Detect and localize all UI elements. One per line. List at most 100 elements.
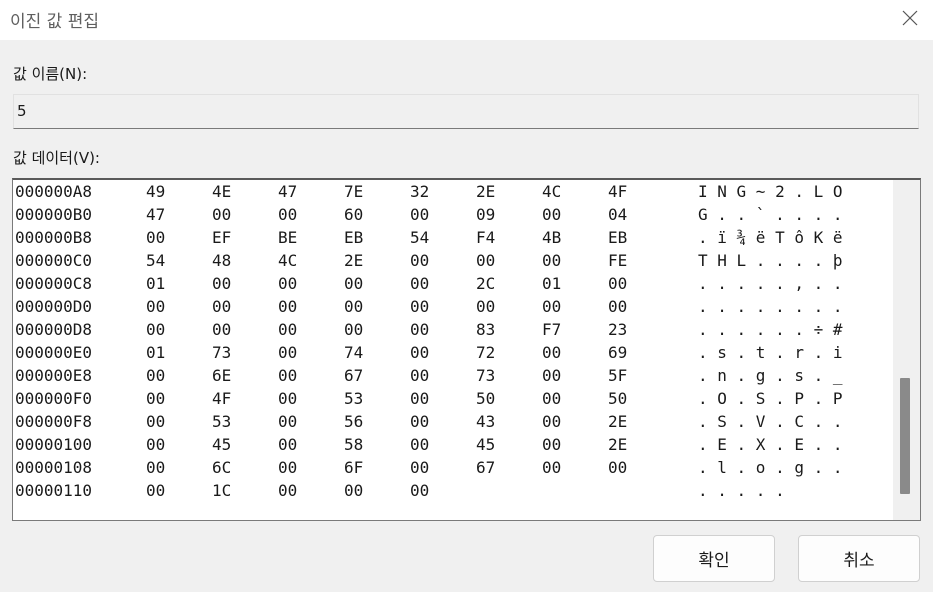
- hex-byte[interactable]: EB: [344, 228, 363, 247]
- hex-ascii[interactable]: . . . . .: [698, 481, 785, 500]
- hex-byte[interactable]: 01: [146, 274, 165, 293]
- hex-byte[interactable]: 49: [146, 182, 165, 201]
- hex-byte[interactable]: 00: [410, 205, 429, 224]
- hex-byte[interactable]: F4: [476, 228, 495, 247]
- hex-byte[interactable]: 73: [476, 366, 495, 385]
- hex-byte[interactable]: 00: [608, 458, 627, 477]
- hex-byte[interactable]: 72: [476, 343, 495, 362]
- hex-byte[interactable]: 00: [410, 481, 429, 500]
- hex-byte[interactable]: 6C: [212, 458, 231, 477]
- scrollbar-thumb[interactable]: [900, 378, 910, 494]
- hex-byte[interactable]: 56: [344, 412, 363, 431]
- hex-byte[interactable]: 00: [410, 297, 429, 316]
- hex-byte[interactable]: 00: [410, 343, 429, 362]
- hex-byte[interactable]: 47: [146, 205, 165, 224]
- hex-byte[interactable]: 2E: [608, 435, 627, 454]
- hex-row[interactable]: 00000100 00 45 00 58 00 45 00 2E . E . X . E . .: [15, 433, 895, 456]
- hex-byte[interactable]: 5F: [608, 366, 627, 385]
- hex-byte[interactable]: 00: [212, 320, 231, 339]
- hex-ascii[interactable]: . . . . . . . .: [698, 297, 843, 316]
- hex-ascii[interactable]: I N G ~ 2 . L O: [698, 182, 843, 201]
- hex-byte[interactable]: 73: [212, 343, 231, 362]
- hex-row[interactable]: 000000D8 00 00 00 00 00 83 F7 23 . . . . . . ÷ #: [15, 318, 895, 341]
- hex-ascii[interactable]: . l . o . g . .: [698, 458, 843, 477]
- hex-byte[interactable]: 2E: [608, 412, 627, 431]
- hex-byte[interactable]: BE: [278, 228, 297, 247]
- hex-byte[interactable]: 00: [410, 320, 429, 339]
- hex-byte[interactable]: 00: [278, 274, 297, 293]
- hex-ascii[interactable]: . S . V . C . .: [698, 412, 843, 431]
- hex-byte[interactable]: 00: [278, 343, 297, 362]
- hex-byte[interactable]: 00: [212, 297, 231, 316]
- hex-byte[interactable]: F7: [542, 320, 561, 339]
- hex-byte[interactable]: 43: [476, 412, 495, 431]
- hex-byte[interactable]: 53: [212, 412, 231, 431]
- hex-byte[interactable]: 00: [278, 205, 297, 224]
- hex-byte[interactable]: 00: [146, 320, 165, 339]
- hex-byte[interactable]: 4F: [608, 182, 627, 201]
- hex-byte[interactable]: 00: [146, 297, 165, 316]
- hex-ascii[interactable]: . s . t . r . i: [698, 343, 843, 362]
- hex-byte[interactable]: 23: [608, 320, 627, 339]
- hex-byte[interactable]: 00: [410, 274, 429, 293]
- hex-byte[interactable]: 00: [608, 297, 627, 316]
- hex-byte[interactable]: FE: [608, 251, 627, 270]
- hex-byte[interactable]: 00: [146, 228, 165, 247]
- hex-byte[interactable]: 50: [608, 389, 627, 408]
- hex-row[interactable]: 000000F0 00 4F 00 53 00 50 00 50 . O . S . P . P: [15, 387, 895, 410]
- hex-ascii[interactable]: . E . X . E . .: [698, 435, 843, 454]
- hex-byte[interactable]: 00: [410, 366, 429, 385]
- hex-row[interactable]: 000000C0 54 48 4C 2E 00 00 00 FE T H L . . . . þ: [15, 249, 895, 272]
- hex-row[interactable]: 000000F8 00 53 00 56 00 43 00 2E . S . V . C . .: [15, 410, 895, 433]
- hex-byte[interactable]: 2E: [476, 182, 495, 201]
- hex-row[interactable]: 00000108 00 6C 00 6F 00 67 00 00 . l . o . g . .: [15, 456, 895, 479]
- hex-row[interactable]: 000000C8 01 00 00 00 00 2C 01 00 . . . . . , . .: [15, 272, 895, 295]
- hex-byte[interactable]: 00: [542, 251, 561, 270]
- hex-ascii[interactable]: . ï ¾ ë T ô K ë: [698, 228, 843, 247]
- hex-byte[interactable]: 00: [278, 435, 297, 454]
- hex-byte[interactable]: 00: [278, 366, 297, 385]
- hex-byte[interactable]: 69: [608, 343, 627, 362]
- hex-byte[interactable]: 67: [476, 458, 495, 477]
- hex-byte[interactable]: 00: [542, 435, 561, 454]
- hex-byte[interactable]: 00: [608, 274, 627, 293]
- hex-byte[interactable]: 53: [344, 389, 363, 408]
- hex-row[interactable]: 00000110 00 1C 00 00 00 . . . . .: [15, 479, 895, 502]
- hex-byte[interactable]: 6E: [212, 366, 231, 385]
- hex-ascii[interactable]: . n . g . s . _: [698, 366, 843, 385]
- hex-byte[interactable]: 32: [410, 182, 429, 201]
- hex-byte[interactable]: 00: [146, 435, 165, 454]
- hex-byte[interactable]: 2E: [344, 251, 363, 270]
- hex-byte[interactable]: EF: [212, 228, 231, 247]
- hex-byte[interactable]: 00: [146, 458, 165, 477]
- hex-ascii[interactable]: G . . ` . . . .: [698, 205, 843, 224]
- hex-byte[interactable]: 48: [212, 251, 231, 270]
- hex-row[interactable]: 000000B8 00 EF BE EB 54 F4 4B EB . ï ¾ ë T ô K ë: [15, 226, 895, 249]
- hex-byte[interactable]: 01: [542, 274, 561, 293]
- hex-ascii[interactable]: . . . . . , . .: [698, 274, 843, 293]
- hex-byte[interactable]: 00: [344, 320, 363, 339]
- hex-byte[interactable]: 00: [212, 205, 231, 224]
- hex-byte[interactable]: 1C: [212, 481, 231, 500]
- hex-byte[interactable]: 54: [146, 251, 165, 270]
- hex-byte[interactable]: 00: [542, 389, 561, 408]
- hex-row[interactable]: 000000D0 00 00 00 00 00 00 00 00 . . . . . . . .: [15, 295, 895, 318]
- hex-byte[interactable]: 00: [410, 435, 429, 454]
- hex-byte[interactable]: 00: [146, 389, 165, 408]
- hex-row[interactable]: 000000E8 00 6E 00 67 00 73 00 5F . n . g . s . _: [15, 364, 895, 387]
- hex-byte[interactable]: 00: [542, 412, 561, 431]
- hex-byte[interactable]: 00: [344, 274, 363, 293]
- hex-byte[interactable]: 00: [344, 481, 363, 500]
- hex-byte[interactable]: 4C: [542, 182, 561, 201]
- ok-button[interactable]: 확인: [653, 535, 775, 582]
- hex-byte[interactable]: 00: [476, 251, 495, 270]
- hex-byte[interactable]: 00: [146, 412, 165, 431]
- hex-byte[interactable]: 83: [476, 320, 495, 339]
- hex-row[interactable]: 000000E0 01 73 00 74 00 72 00 69 . s . t . r . i: [15, 341, 895, 364]
- close-button[interactable]: [887, 0, 933, 36]
- hex-byte[interactable]: 50: [476, 389, 495, 408]
- hex-byte[interactable]: 00: [476, 297, 495, 316]
- hex-byte[interactable]: 00: [278, 297, 297, 316]
- hex-byte[interactable]: 09: [476, 205, 495, 224]
- hex-byte[interactable]: 00: [146, 481, 165, 500]
